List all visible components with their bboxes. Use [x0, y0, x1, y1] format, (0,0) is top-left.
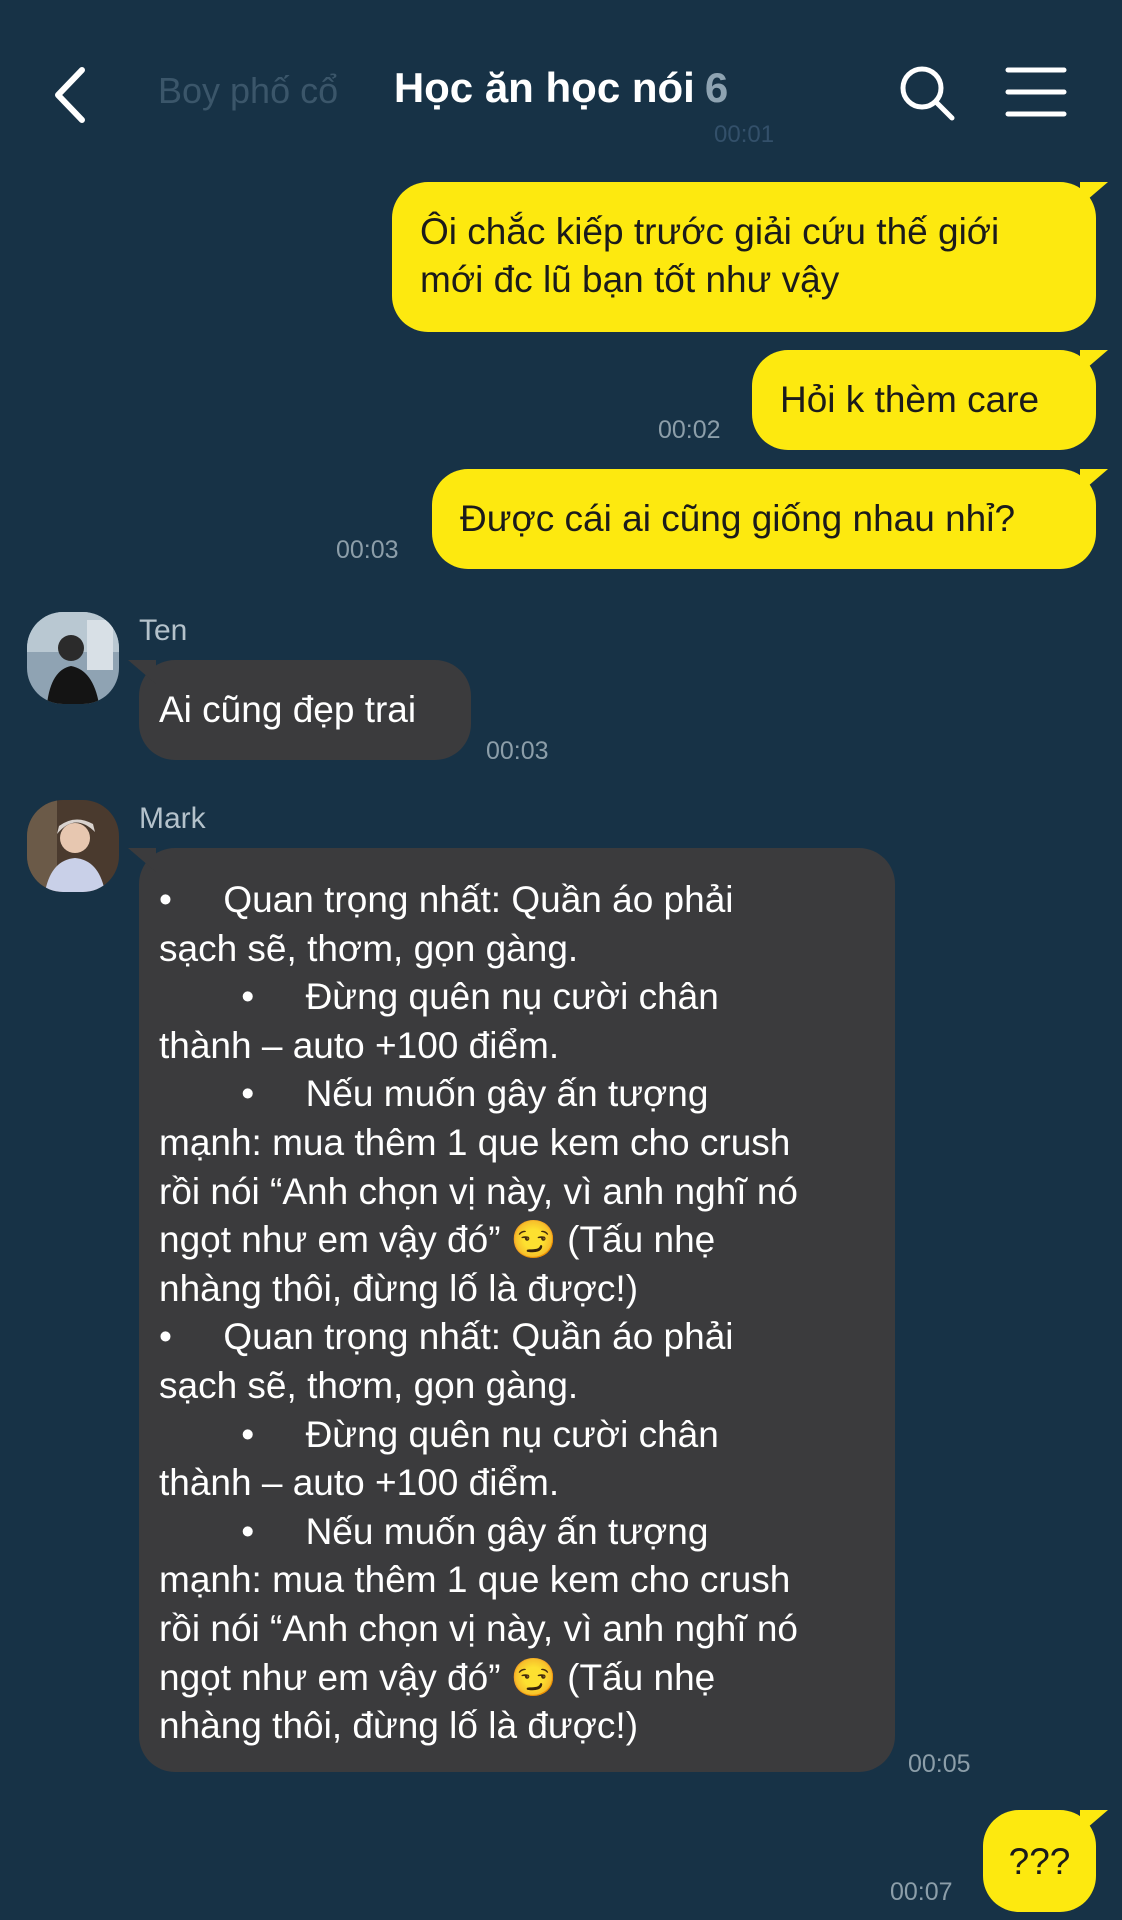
bubble-tail [1080, 350, 1108, 374]
their-message-bubble[interactable]: • Quan trọng nhất: Quần áo phải sạch sẽ,… [139, 848, 895, 1772]
message-text-line: thành – auto +100 điểm. [159, 1024, 560, 1066]
message-text-line: nhàng thôi, đừng lố là được!) [159, 1705, 639, 1747]
avatar-photo [27, 800, 119, 892]
message-text-line: ngọt như em vậy đó” 😏 (Tấu nhẹ [159, 1219, 716, 1261]
my-message-bubble[interactable]: ??? [983, 1810, 1096, 1912]
sender-name: Mark [139, 802, 206, 835]
avatar-photo [27, 612, 119, 704]
chat-header: Boy phố cổ 00:01 Học ăn học nói 6 [0, 0, 1122, 185]
my-message-bubble[interactable]: Được cái ai cũng giống nhau nhỉ? [432, 469, 1096, 569]
bubble-tail [1080, 1810, 1108, 1834]
message-text-line: Ai cũng đẹp trai [159, 689, 417, 730]
bubble-tail [1080, 182, 1108, 206]
message-text-line: • Nếu muốn gây ấn tượng [159, 1510, 709, 1552]
chat-title-text: Học ăn học nói [393, 64, 695, 111]
message-text-line: • Quan trọng nhất: Quần áo phải [159, 879, 734, 920]
avatar-ten[interactable] [27, 612, 119, 704]
their-message-bubble[interactable]: Ai cũng đẹp trai [139, 660, 471, 760]
message-timestamp: 00:02 [658, 416, 721, 444]
message-text-line: Hỏi k thèm care [780, 379, 1040, 420]
message-text-line: mạnh: mua thêm 1 que kem cho crush [159, 1559, 791, 1601]
message-text-line: • Nếu muốn gây ấn tượng [159, 1073, 709, 1115]
search-icon [900, 66, 955, 121]
menu-button[interactable] [1004, 64, 1068, 120]
message-text-line: sạch sẽ, thơm, gọn gàng. [159, 1364, 579, 1406]
search-button[interactable] [896, 62, 960, 126]
message-text-line: rồi nói “Anh chọn vị này, vì anh nghĩ nó [159, 1607, 798, 1649]
message-text-line: thành – auto +100 điểm. [159, 1462, 560, 1504]
message-text-line: mạnh: mua thêm 1 que kem cho crush [159, 1121, 791, 1163]
message-text-line: nhàng thôi, đừng lố là được!) [159, 1267, 639, 1309]
message-text-line: ??? [1008, 1841, 1071, 1882]
hamburger-menu-icon [1005, 67, 1067, 117]
my-message-bubble[interactable]: Ôi chắc kiếp trước giải cứu thế giới mới… [392, 182, 1096, 332]
message-text-line: rồi nói “Anh chọn vị này, vì anh nghĩ nó [159, 1170, 798, 1212]
message-timestamp: 00:03 [486, 737, 549, 765]
bubble-tail [1080, 469, 1108, 493]
message-text-line: Ôi chắc kiếp trước giải cứu thế giới [420, 211, 1000, 252]
message-text-line: Được cái ai cũng giống nhau nhỉ? [460, 498, 1016, 539]
avatar-mark[interactable] [27, 800, 119, 892]
message-timestamp: 00:07 [890, 1878, 953, 1906]
message-text-line: sạch sẽ, thơm, gọn gàng. [159, 927, 579, 969]
message-text-line: • Quan trọng nhất: Quần áo phải [159, 1316, 734, 1358]
message-text-line: ngọt như em vậy đó” 😏 (Tấu nhẹ [159, 1656, 716, 1698]
message-timestamp: 00:03 [336, 536, 399, 564]
sender-name: Ten [139, 614, 188, 647]
message-text-line: • Đừng quên nụ cười chân [159, 976, 719, 1018]
member-count: 6 [704, 64, 729, 111]
faded-previous-time: 00:01 [714, 121, 775, 148]
my-message-bubble[interactable]: Hỏi k thèm care [752, 350, 1096, 450]
message-text-line: mới đc lũ bạn tốt như vậy [420, 259, 840, 300]
message-timestamp: 00:05 [908, 1750, 971, 1778]
message-text-line: • Đừng quên nụ cười chân [159, 1413, 719, 1455]
